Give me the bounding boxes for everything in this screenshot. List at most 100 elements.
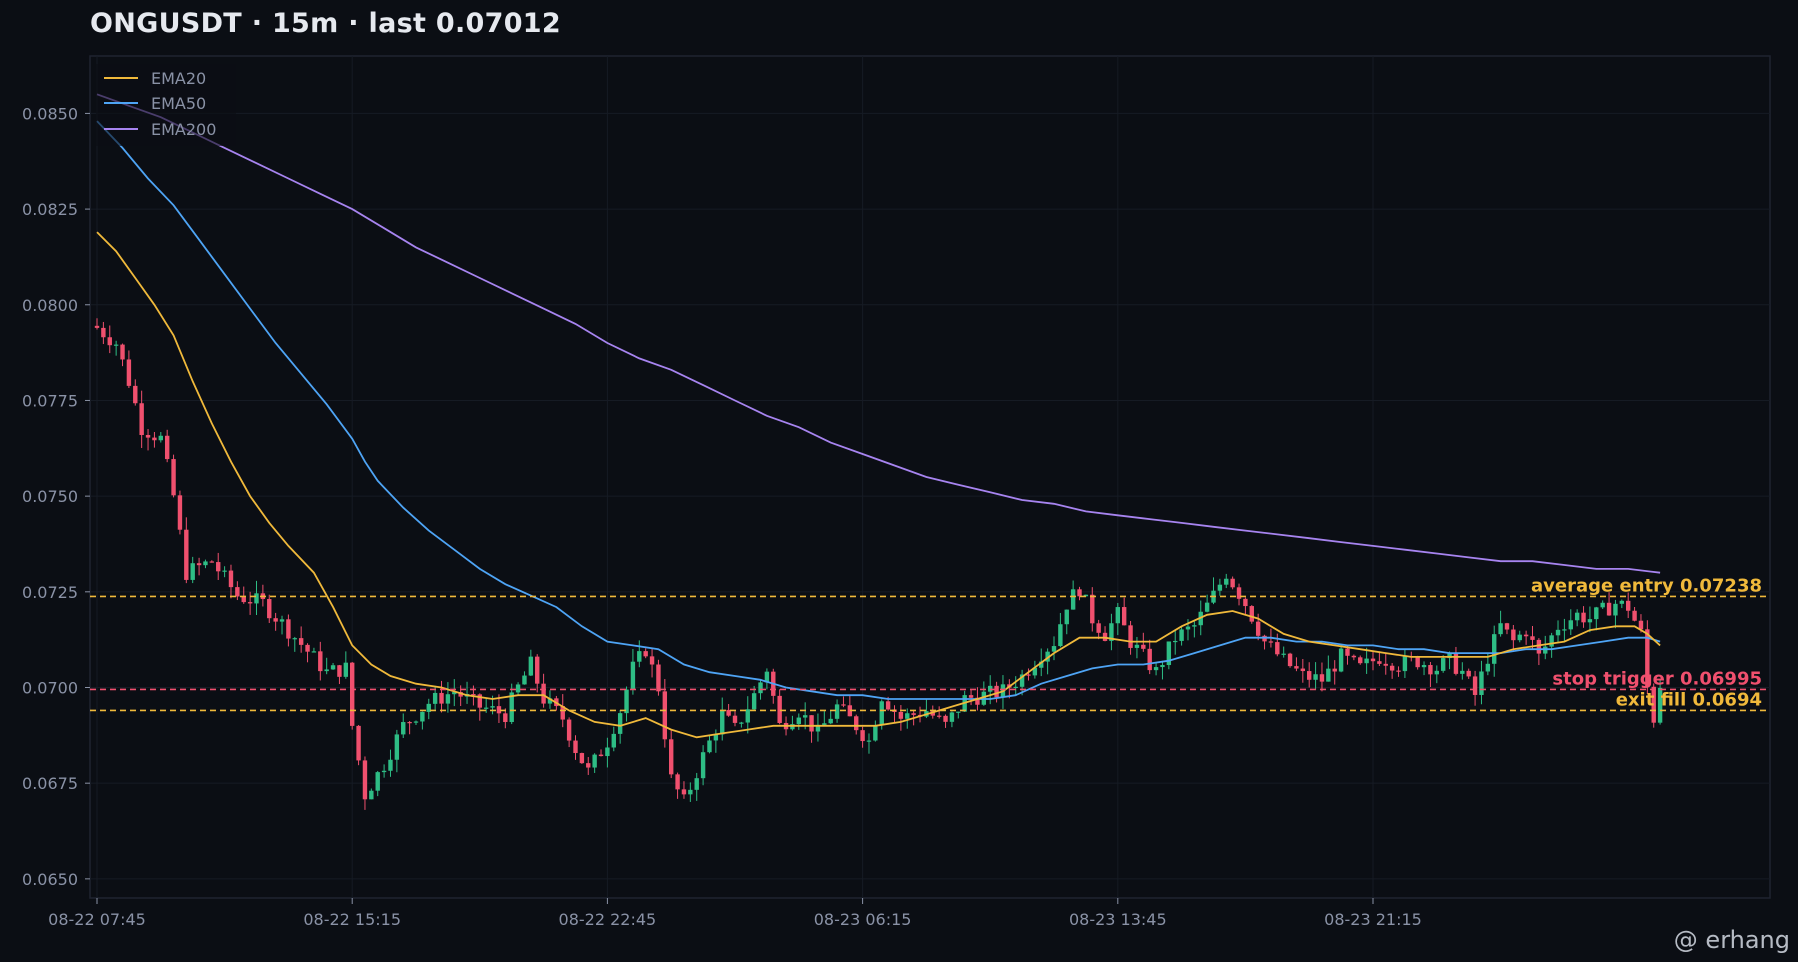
candle-body [751,693,757,710]
hline-label-2: exit fill 0.0694 [1616,689,1762,710]
candle-body [822,723,827,725]
candle-body [605,747,610,757]
candle-body [394,734,400,760]
candle-body [369,790,374,800]
candle-body [330,665,336,670]
candle-body [407,722,412,724]
candle-body [707,740,712,753]
candle-body [267,599,272,619]
candle-body [1626,600,1631,611]
candle-body [885,701,891,710]
y-tick-label: 0.0650 [22,870,78,889]
candle-body [1332,668,1337,672]
candle-body [1594,607,1599,620]
candle-body [1115,607,1120,624]
candle-body [720,709,725,735]
candle-body [1549,635,1554,647]
candle-body [337,665,342,677]
candle-body [1574,612,1580,621]
candle-body [854,716,859,731]
candle-body [1275,642,1280,655]
candle-body [1121,607,1127,626]
candle-body [860,730,865,742]
x-tick-label: 08-23 06:15 [814,910,912,929]
candle-body [381,770,387,773]
candle-body [777,695,782,724]
candle-body [968,695,974,698]
candle-body [247,602,253,604]
x-tick-label: 08-22 22:45 [559,910,657,929]
candle-body [113,344,119,346]
candle-body [145,434,151,438]
candle-body [1224,578,1229,585]
candle-body [1587,619,1593,623]
candle-body [1377,661,1382,664]
candle-body [324,669,329,672]
y-axis-ticks: 0.0650 0.0675 0.0700 0.0725 0.0750 0.0775 0.08… [22,104,90,889]
candle-body [1453,652,1459,674]
y-tick-label: 0.0825 [22,200,78,219]
candle-body [649,656,655,665]
candle-body [1498,623,1503,635]
candle-body [586,763,591,768]
y-tick-label: 0.0750 [22,487,78,506]
candle-body [1555,629,1561,636]
candle-body [139,403,144,435]
candle-body [936,715,942,717]
candle-body [126,359,132,386]
candle-body [566,719,572,741]
y-tick-label: 0.0700 [22,679,78,698]
candle-body [688,789,693,795]
candle-body [656,664,661,692]
candle-body [879,701,884,726]
candle-body [1389,665,1395,671]
candle-body [235,587,240,597]
candle-body [1179,629,1184,641]
candle-body [675,774,680,790]
candle-body [1204,602,1210,612]
candle-body [739,722,744,724]
candle-body [1090,594,1095,624]
candle-body [1434,670,1439,675]
candle-body [1428,665,1433,675]
candle-body [905,713,910,719]
candle-body [1613,603,1618,616]
candle-body [184,529,189,580]
candle-body [254,593,259,604]
candle-body [611,733,616,748]
candle-body [1581,612,1586,623]
candle-body [1160,665,1165,668]
candle-body [1460,670,1465,674]
candle-body [898,711,904,719]
candle-body [1013,686,1018,689]
y-tick-label: 0.0800 [22,296,78,315]
candle-body [1492,634,1497,664]
candle-body [796,717,801,725]
candle-body [209,561,215,563]
candle-body [490,706,495,708]
candle-body [432,692,438,704]
candle-body [228,570,234,588]
y-tick-label: 0.0775 [22,391,78,410]
candle-body [528,656,534,676]
candle-body [911,713,916,715]
candle-body [164,435,170,460]
candle-body [1485,663,1491,672]
x-tick-label: 08-22 07:45 [48,910,146,929]
candle-body [292,638,297,640]
candle-body [1307,671,1312,680]
candle-body [1300,668,1306,672]
hline-label-1: stop trigger 0.06995 [1552,668,1762,689]
candle-body [413,721,419,723]
candle-body [286,619,291,639]
candle-body [1504,623,1510,630]
candle-body [1294,666,1299,669]
candle-body [1281,653,1286,655]
x-axis-ticks: 08-22 07:45 08-22 15:15 08-22 22:45 08-23 0… [48,898,1422,929]
candle-body [190,563,195,580]
candle-body [573,740,578,754]
candle-body [171,459,176,496]
candle-body [216,562,221,572]
x-tick-label: 08-23 21:15 [1324,910,1422,929]
candle-body [1632,610,1637,621]
